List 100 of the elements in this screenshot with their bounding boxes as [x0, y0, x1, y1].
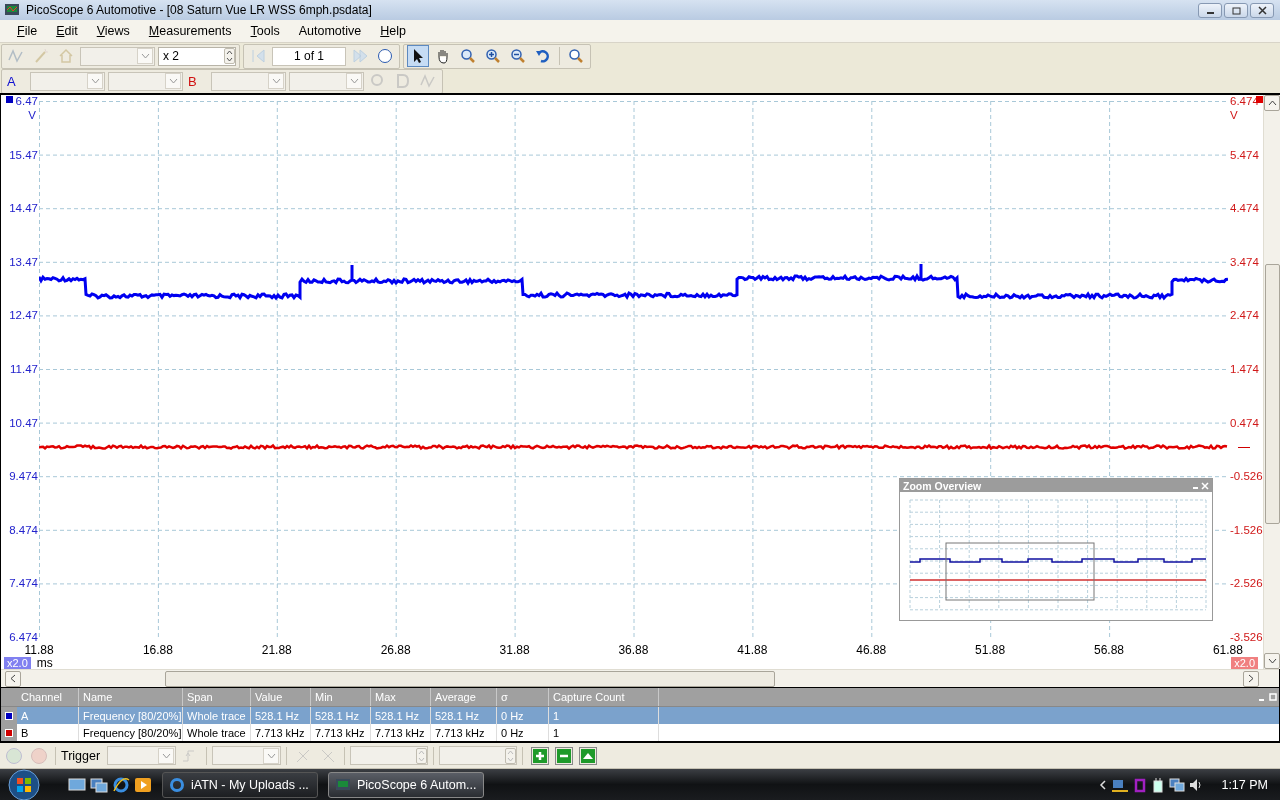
scroll-right-icon[interactable] — [1243, 670, 1259, 687]
show-hidden-icons[interactable] — [1099, 778, 1108, 791]
taskbar-button[interactable]: PicoScope 6 Autom... — [328, 771, 484, 798]
table-cell: 7.713 kHz — [311, 724, 371, 741]
zoom-badge: x2.0 — [1231, 657, 1258, 669]
caret-icon — [263, 747, 280, 764]
menu-item[interactable]: Edit — [48, 24, 86, 38]
browser-icon — [169, 776, 185, 793]
menu-item[interactable]: File — [9, 24, 46, 38]
axis-label: -3.526 — [1230, 630, 1263, 643]
table-cell: 1 — [549, 707, 659, 724]
table-row[interactable]: B Frequency [80/20%] Whole trace 7.713 kHz 7.713 kHz 7.713 kHz 7.713 kHz 0 Hz 1 — [1, 724, 1279, 741]
table-cell: Frequency [80/20%] — [79, 707, 183, 724]
up-icon[interactable] — [579, 746, 598, 765]
taskbar-button[interactable]: iATN - My Uploads ... — [162, 771, 318, 798]
dropdown[interactable] — [289, 71, 364, 91]
caret-icon — [165, 73, 181, 89]
table-cell: 7.713 kHz — [251, 724, 311, 741]
axis-unit: ms — [36, 657, 53, 669]
scrollbar-thumb[interactable] — [165, 670, 775, 687]
caret-icon — [158, 747, 175, 764]
browser-icon[interactable] — [112, 776, 130, 793]
spin-field[interactable] — [439, 746, 518, 765]
dropdown[interactable] — [108, 71, 183, 91]
zoom-factor-field[interactable]: x 2 — [158, 46, 236, 66]
zoom-in-icon — [485, 48, 501, 64]
channel-marker-icon[interactable] — [6, 96, 13, 103]
table-cell: 0 Hz — [497, 707, 549, 724]
power-icon[interactable] — [1151, 776, 1166, 793]
windows-icon[interactable] — [90, 776, 108, 793]
minimize-button[interactable] — [1198, 2, 1222, 18]
spin-arrows-icon — [416, 747, 428, 764]
table-cell: 7.713 kHz — [431, 724, 497, 741]
dropdown[interactable] — [107, 746, 177, 765]
trigger-label: Trigger — [61, 748, 101, 763]
remove-icon[interactable] — [555, 746, 574, 765]
axis-label: -0.526 — [1230, 470, 1263, 483]
axis-label: 10.47 — [9, 416, 38, 429]
menu-item[interactable]: Views — [88, 24, 138, 38]
menu-item[interactable]: Measurements — [140, 24, 240, 38]
channel-button[interactable]: B — [186, 73, 208, 89]
table-cell: Frequency [80/20%] — [79, 724, 183, 741]
page-field[interactable]: 1 of 1 — [272, 46, 346, 66]
dropdown[interactable] — [211, 71, 286, 91]
axis-label: 4.474 — [1230, 202, 1259, 215]
scroll-up-icon[interactable] — [1264, 95, 1280, 111]
menu-item[interactable]: Tools — [242, 24, 288, 38]
axis-label: 11.47 — [10, 362, 38, 375]
vertical-scrollbar[interactable] — [1263, 95, 1280, 669]
axis-label: 9.474 — [9, 470, 38, 483]
horizontal-scrollbar[interactable] — [1, 669, 1279, 687]
spin-arrows-icon — [224, 48, 235, 64]
axis-unit: V — [1230, 109, 1238, 121]
axis-label: 14.47 — [9, 202, 38, 215]
axis-label: 61.88 — [1211, 643, 1244, 657]
scroll-left-icon[interactable] — [5, 670, 21, 687]
caret-icon — [346, 73, 362, 89]
minimize-icon[interactable] — [1259, 698, 1264, 701]
close-icon[interactable] — [1201, 481, 1209, 490]
zoom-out-icon — [510, 48, 526, 64]
table-cell: 528.1 Hz — [311, 707, 371, 724]
dropdown[interactable] — [212, 746, 282, 765]
table-cell: Whole trace — [183, 707, 251, 724]
maximize-icon[interactable] — [1269, 693, 1277, 701]
table-cell: 528.1 Hz — [251, 707, 311, 724]
axis-label: 21.88 — [260, 643, 293, 657]
axis-label: 0.474 — [1230, 416, 1259, 429]
pointer-tool[interactable] — [407, 45, 429, 67]
dropdown[interactable] — [30, 71, 105, 91]
trace-level-marker — [1238, 447, 1250, 448]
table-cell: B — [17, 724, 79, 741]
hand-icon — [435, 48, 451, 64]
desktop-icon[interactable] — [68, 776, 86, 793]
axis-unit: V — [28, 109, 36, 121]
axis-label: 12.47 — [9, 309, 38, 322]
channel-button[interactable]: A — [5, 73, 27, 89]
app-icon — [335, 776, 351, 793]
spin-field[interactable] — [350, 746, 429, 765]
menu-item[interactable]: Automotive — [290, 24, 370, 38]
waveform-plot[interactable] — [39, 101, 1228, 637]
scroll-down-icon[interactable] — [1264, 653, 1280, 669]
axis-label: 6.47 — [15, 95, 38, 107]
axis-label: 31.88 — [498, 643, 531, 657]
network-icon[interactable] — [1169, 776, 1186, 793]
dropdown[interactable] — [80, 46, 155, 66]
minimize-icon[interactable] — [1193, 486, 1198, 489]
restore-icon — [1231, 5, 1241, 15]
menu-item[interactable]: Help — [372, 24, 414, 38]
caret-icon — [87, 73, 103, 89]
clock[interactable]: 1:17 PM — [1221, 777, 1268, 792]
add-icon[interactable] — [531, 746, 550, 765]
axis-label: 8.474 — [9, 523, 38, 536]
window-title: PicoScope 6 Automotive - [08 Saturn Vue LR WSS 6mph.psdata] — [26, 3, 372, 17]
axis-label: -2.526 — [1230, 577, 1263, 590]
caret-icon — [137, 48, 153, 64]
close-button[interactable] — [1250, 2, 1274, 18]
media-player-icon[interactable] — [134, 776, 152, 793]
scrollbar-thumb[interactable] — [1264, 264, 1280, 524]
axis-label: 36.88 — [617, 643, 650, 657]
axis-label: 41.88 — [736, 643, 769, 657]
